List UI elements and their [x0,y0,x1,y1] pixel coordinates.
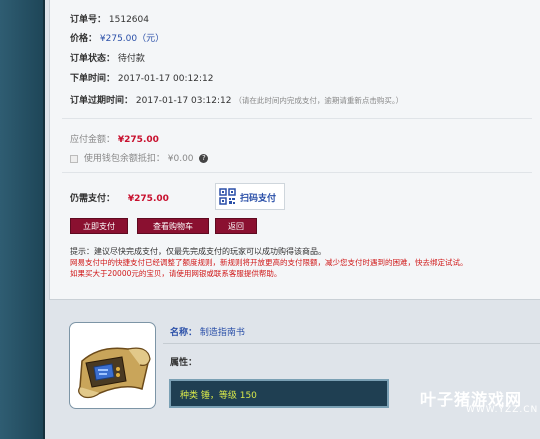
amount-due-row: 应付金额： ¥275.00 [70,132,159,145]
status-value: 待付款 [117,54,145,64]
divider [62,118,532,119]
wallet-row: 使用钱包余额抵扣： ¥0.00 ? [70,151,209,164]
status-row: 订单状态： 待付款 [70,51,145,64]
qr-code-icon [219,188,236,205]
left-sidebar-edge [43,0,45,439]
back-button[interactable]: 返回 [215,218,257,234]
order-number-row: 订单号： 1512604 [70,12,149,25]
divider [163,343,540,344]
view-cart-button[interactable]: 查看购物车 [137,218,209,234]
expire-label: 订单过期时间： [70,96,134,106]
order-time-label: 下单时间： [70,74,116,84]
left-sidebar-bg [0,0,43,439]
item-attr-label: 属性： [170,358,198,368]
order-number-label: 订单号： [70,15,107,25]
price-label: 价格： [70,34,98,44]
divider [62,172,532,173]
item-name-value: 制造指南书 [199,328,245,338]
amount-due-value: ¥275.00 [117,135,159,145]
wallet-value: ¥0.00 [167,154,194,164]
status-label: 订单状态： [70,54,116,64]
price-value: ¥275.00（元） [99,34,165,44]
still-due-value: ¥275.00 [127,194,169,204]
scroll-book-icon [78,347,151,399]
qr-pay-option[interactable]: 扫码支付 [215,183,285,210]
item-image [69,322,156,409]
qr-pay-label: 扫码支付 [240,194,277,204]
site-watermark: 叶子猪游戏网 WWW.YZZ.CN [420,386,539,416]
wallet-label: 使用钱包余额抵扣： [83,154,165,164]
item-name-label: 名称： [170,328,198,338]
order-time-value: 2017-01-17 00:12:12 [117,74,214,84]
help-icon[interactable]: ? [199,154,209,163]
item-name-row: 名称： 制造指南书 [170,325,245,338]
expire-row: 订单过期时间： 2017-01-17 03:12:12 （请在此时间内完成支付，… [70,93,403,106]
amount-due-label: 应付金额： [70,135,116,145]
tip-line-3: 如果买大于20000元的宝贝，请使用网银或联系客服提供帮助。 [70,269,282,278]
still-due-row: 仍需支付： ¥275.00 [70,191,169,204]
watermark-sub: WWW.YZZ.CN [466,405,539,415]
price-row: 价格： ¥275.00（元） [70,31,164,44]
item-attr-value: 种类 锤，等级 150 [169,379,389,408]
wallet-checkbox[interactable] [70,154,78,163]
pay-now-button[interactable]: 立即支付 [70,218,128,234]
expire-value: 2017-01-17 03:12:12 [135,96,232,106]
order-time-row: 下单时间： 2017-01-17 00:12:12 [70,71,213,84]
expire-note: （请在此时间内完成支付，逾期请重新点击购买。） [234,96,404,105]
order-number-value: 1512604 [108,15,149,25]
tip-line-2: 网易支付中的快捷支付已经调整了额度规则，新规则将开放更高的支付限额，减少您支付时… [70,258,468,267]
still-due-label: 仍需支付： [70,194,116,204]
tip-line-1: 提示：建议尽快完成支付，仅最先完成支付的玩家可以成功购得该商品。 [70,247,326,256]
